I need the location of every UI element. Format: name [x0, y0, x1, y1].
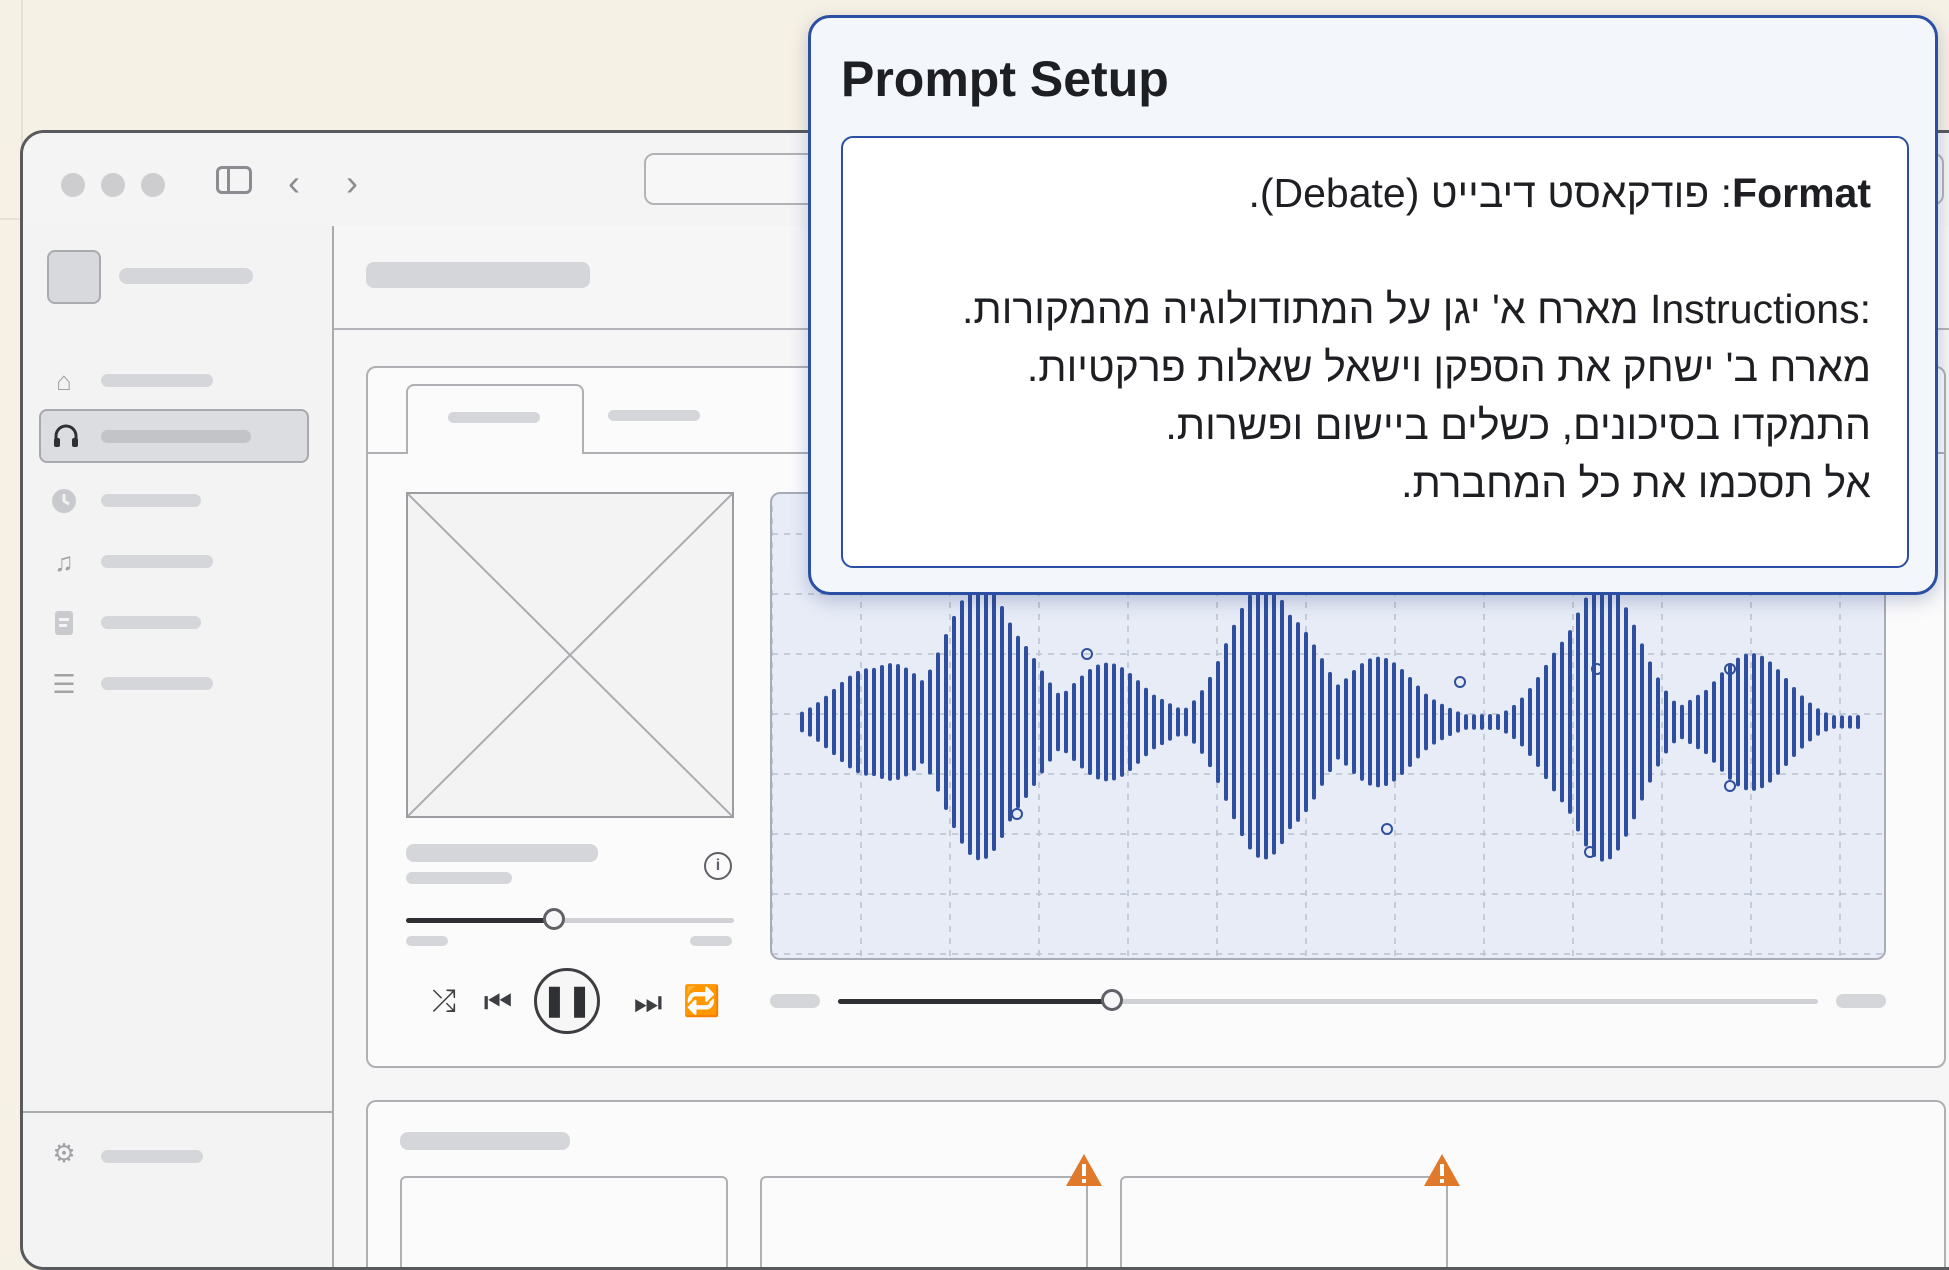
account-name-placeholder	[119, 268, 253, 284]
back-chevron-icon[interactable]: ‹	[288, 163, 300, 203]
volume-slider[interactable]	[406, 908, 734, 930]
waveform-marker	[1381, 823, 1393, 835]
minimize-window-button[interactable]	[101, 173, 125, 197]
sidebar-item-label	[101, 555, 213, 568]
track-title-placeholder	[406, 844, 598, 862]
waveform-marker	[1454, 676, 1466, 688]
page-title-placeholder	[366, 262, 590, 288]
gear-icon[interactable]: ⚙	[49, 1138, 79, 1168]
sidebar-item-label	[101, 616, 201, 629]
info-icon[interactable]: i	[704, 852, 732, 880]
instructions-line-3: התמקדו בסיכונים, כשלים ביישום ופשרות.	[1165, 402, 1871, 448]
warning-icon	[1066, 1154, 1102, 1186]
instructions-line-1: Instructions: מארח א' יגן על המתודולוגיה…	[873, 280, 1871, 338]
note-thumbnail[interactable]	[760, 1176, 1088, 1267]
shuffle-icon[interactable]: ⤮	[424, 982, 464, 1022]
text-gap	[873, 222, 1871, 280]
home-icon: ⌂	[56, 366, 72, 396]
instructions-label: Instructions:	[1649, 286, 1871, 332]
previous-track-icon[interactable]: ⏮	[478, 982, 518, 1022]
instructions-text: מארח א' יגן על המתודולוגיה מהמקורות.	[962, 286, 1650, 332]
sidebar-item-label	[101, 374, 213, 387]
music-icon: ♫	[54, 547, 74, 577]
volume-slider-handle[interactable]	[542, 908, 565, 930]
forward-chevron-icon[interactable]: ›	[346, 163, 358, 203]
sidebar-item-documents[interactable]	[39, 596, 309, 650]
headphones-icon	[51, 421, 81, 451]
avatar[interactable]	[47, 250, 101, 304]
notes-title-placeholder	[400, 1132, 570, 1150]
settings-label-placeholder	[101, 1150, 203, 1163]
notes-card	[366, 1100, 1946, 1267]
maximize-window-button[interactable]	[141, 173, 165, 197]
list-icon: ☰	[52, 669, 76, 699]
sidebar-divider	[23, 1111, 332, 1113]
tab-queue[interactable]	[608, 384, 738, 454]
instructions-line-2: מארח ב' ישחק את הספקן וישאל שאלות פרקטיו…	[1026, 344, 1871, 390]
timeline-duration-placeholder	[1836, 994, 1886, 1008]
prompt-setup-popup: Prompt Setup Format: פודקאסט דיבייט (Deb…	[808, 15, 1938, 595]
sidebar-item-home[interactable]: ⌂	[39, 354, 309, 408]
format-line: Format: פודקאסט דיבייט (Debate).	[873, 164, 1871, 222]
note-thumbnail[interactable]	[400, 1176, 728, 1267]
elapsed-time-placeholder	[406, 936, 448, 946]
sidebar-item-label	[101, 430, 251, 443]
sidebar-item-lists[interactable]: ☰	[39, 657, 309, 711]
timeline-slider[interactable]	[838, 989, 1818, 1011]
pause-button[interactable]: ❚❚	[534, 968, 600, 1034]
sidebar-item-recent[interactable]	[39, 474, 309, 528]
close-window-button[interactable]	[61, 173, 85, 197]
next-track-icon[interactable]: ⏭	[628, 982, 668, 1022]
timeline-elapsed-placeholder	[770, 994, 820, 1008]
sidebar-item-podcasts[interactable]	[39, 409, 309, 463]
instructions-line-4: אל תסכמו את כל המחברת.	[1401, 460, 1871, 506]
sidebar-item-music[interactable]: ♫	[39, 535, 309, 589]
tab-label	[608, 410, 700, 421]
format-label: Format	[1732, 170, 1871, 216]
popup-title: Prompt Setup	[841, 51, 1169, 107]
format-value: : פודקאסט דיבייט (Debate).	[1248, 170, 1733, 216]
tab-label	[448, 412, 540, 423]
waveform-marker	[1724, 780, 1736, 792]
track-subtitle-placeholder	[406, 872, 512, 884]
note-thumbnail[interactable]	[1120, 1176, 1448, 1267]
remaining-time-placeholder	[690, 936, 732, 946]
prompt-text-box[interactable]: Format: פודקאסט דיבייט (Debate). Instruc…	[841, 136, 1909, 568]
tab-now-playing[interactable]	[406, 384, 584, 454]
sidebar-item-label	[101, 494, 201, 507]
sidebar-toggle-icon[interactable]	[216, 166, 252, 194]
timeline-slider-handle[interactable]	[1101, 989, 1124, 1011]
repeat-icon[interactable]: 🔁	[682, 982, 722, 1022]
document-icon	[49, 608, 79, 638]
album-art-placeholder	[406, 492, 734, 818]
prompt-text: Format: פודקאסט דיבייט (Debate). Instruc…	[873, 164, 1871, 512]
sidebar: ⌂ ♫ ☰ ⚙	[23, 226, 334, 1267]
timeline-slider-fill	[838, 999, 1113, 1004]
warning-icon	[1424, 1154, 1460, 1186]
waveform-marker	[1011, 808, 1023, 820]
clock-icon	[49, 486, 79, 516]
sidebar-item-label	[101, 677, 213, 690]
volume-slider-fill	[406, 918, 554, 923]
